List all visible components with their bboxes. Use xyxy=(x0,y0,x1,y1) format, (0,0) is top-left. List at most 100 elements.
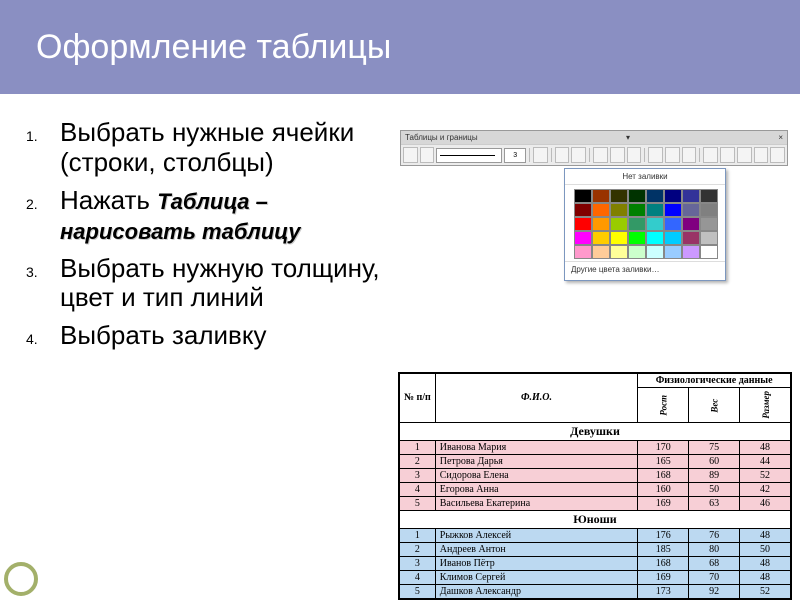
insert-table-icon[interactable] xyxy=(593,147,608,163)
color-swatch[interactable] xyxy=(592,217,610,231)
color-swatch[interactable] xyxy=(646,231,664,245)
color-swatch[interactable] xyxy=(610,245,628,259)
table-row: 4Егорова Анна1605042 xyxy=(399,482,791,496)
color-swatch[interactable] xyxy=(628,203,646,217)
color-swatch[interactable] xyxy=(700,217,718,231)
color-swatch[interactable] xyxy=(700,189,718,203)
color-swatch[interactable] xyxy=(664,245,682,259)
pen-color-icon[interactable] xyxy=(533,147,548,163)
color-swatch[interactable] xyxy=(646,217,664,231)
color-swatch[interactable] xyxy=(592,231,610,245)
section-title: Юноши xyxy=(399,510,791,528)
line-width-select[interactable]: 3 xyxy=(504,148,526,163)
table-cell: 176 xyxy=(638,528,689,542)
table-cell: 168 xyxy=(638,556,689,570)
text-direction-icon[interactable] xyxy=(720,147,735,163)
no-fill-option[interactable]: Нет заливки xyxy=(565,169,725,185)
color-swatch[interactable] xyxy=(574,203,592,217)
color-swatch[interactable] xyxy=(682,217,700,231)
color-swatch[interactable] xyxy=(592,189,610,203)
color-swatch[interactable] xyxy=(628,217,646,231)
autoformat-icon[interactable] xyxy=(703,147,718,163)
color-swatch[interactable] xyxy=(574,189,592,203)
table-cell: 4 xyxy=(399,482,435,496)
border-icon[interactable] xyxy=(555,147,570,163)
line-style-select[interactable] xyxy=(436,148,502,163)
color-swatch[interactable] xyxy=(574,217,592,231)
color-swatch[interactable] xyxy=(646,189,664,203)
table-cell: 48 xyxy=(740,556,791,570)
toolbar-handle-icon[interactable]: ▾ xyxy=(626,133,630,142)
color-swatch[interactable] xyxy=(610,189,628,203)
separator xyxy=(589,148,590,162)
color-swatch[interactable] xyxy=(610,231,628,245)
table-cell: 92 xyxy=(689,584,740,599)
color-swatch[interactable] xyxy=(682,245,700,259)
color-swatch[interactable] xyxy=(592,245,610,259)
table-cell: 5 xyxy=(399,584,435,599)
table-row: 3Сидорова Елена1688952 xyxy=(399,468,791,482)
color-swatch[interactable] xyxy=(610,217,628,231)
color-swatch[interactable] xyxy=(682,189,700,203)
table-cell: 76 xyxy=(689,528,740,542)
color-swatch[interactable] xyxy=(592,203,610,217)
table-cell: 80 xyxy=(689,542,740,556)
table-cell: 50 xyxy=(740,542,791,556)
table-cell: 70 xyxy=(689,570,740,584)
table-cell: 169 xyxy=(638,570,689,584)
header-ves: Вес xyxy=(689,388,740,423)
sort-desc-icon[interactable] xyxy=(754,147,769,163)
merge-cells-icon[interactable] xyxy=(610,147,625,163)
toolbar-title-text: Таблицы и границы xyxy=(405,133,478,142)
close-icon[interactable]: × xyxy=(778,133,783,142)
table-cell: 4 xyxy=(399,570,435,584)
eraser-icon[interactable] xyxy=(420,147,435,163)
color-swatch[interactable] xyxy=(574,231,592,245)
sort-asc-icon[interactable] xyxy=(737,147,752,163)
color-swatch[interactable] xyxy=(700,231,718,245)
toolbar-titlebar[interactable]: Таблицы и границы ▾ × xyxy=(401,131,787,144)
color-swatch[interactable] xyxy=(682,231,700,245)
table-cell: 185 xyxy=(638,542,689,556)
example-data-table: № п/п Ф.И.О. Физиологические данные Рост… xyxy=(398,372,792,600)
color-swatch[interactable] xyxy=(646,245,664,259)
color-swatch[interactable] xyxy=(628,189,646,203)
table-cell: Васильева Екатерина xyxy=(435,496,637,510)
fill-color-icon[interactable] xyxy=(571,147,586,163)
separator xyxy=(644,148,645,162)
draw-table-icon[interactable] xyxy=(403,147,418,163)
color-swatch[interactable] xyxy=(664,203,682,217)
instruction-list: Выбрать нужные ячейки (строки, столбцы) … xyxy=(60,118,380,351)
color-swatch[interactable] xyxy=(700,245,718,259)
align-icon[interactable] xyxy=(648,147,663,163)
table-row: 2Андреев Антон1858050 xyxy=(399,542,791,556)
color-swatch[interactable] xyxy=(700,203,718,217)
autosum-icon[interactable] xyxy=(770,147,785,163)
slide: Оформление таблицы Выбрать нужные ячейки… xyxy=(0,0,800,600)
table-cell: 160 xyxy=(638,482,689,496)
table-cell: 48 xyxy=(740,528,791,542)
color-swatch[interactable] xyxy=(574,245,592,259)
table-cell: 3 xyxy=(399,468,435,482)
color-swatch[interactable] xyxy=(646,203,664,217)
color-swatch[interactable] xyxy=(682,203,700,217)
distribute-cols-icon[interactable] xyxy=(682,147,697,163)
split-cells-icon[interactable] xyxy=(627,147,642,163)
color-swatch[interactable] xyxy=(664,189,682,203)
distribute-rows-icon[interactable] xyxy=(665,147,680,163)
table-cell: 52 xyxy=(740,468,791,482)
color-swatch[interactable] xyxy=(664,231,682,245)
list-text: Выбрать нужные ячейки (строки, столбцы) xyxy=(60,117,354,177)
header-physio: Физиологические данные xyxy=(638,373,791,388)
more-fill-colors-option[interactable]: Другие цвета заливки… xyxy=(565,261,725,277)
color-swatch[interactable] xyxy=(628,245,646,259)
table-cell: 1 xyxy=(399,528,435,542)
table-cell: 48 xyxy=(740,570,791,584)
list-item: Выбрать нужную толщину, цвет и тип линий xyxy=(60,254,380,314)
table-row: 2Петрова Дарья1656044 xyxy=(399,454,791,468)
color-swatch[interactable] xyxy=(664,217,682,231)
color-swatch[interactable] xyxy=(628,231,646,245)
header-num: № п/п xyxy=(399,373,435,422)
color-swatch[interactable] xyxy=(610,203,628,217)
table-row: 4Климов Сергей1697048 xyxy=(399,570,791,584)
